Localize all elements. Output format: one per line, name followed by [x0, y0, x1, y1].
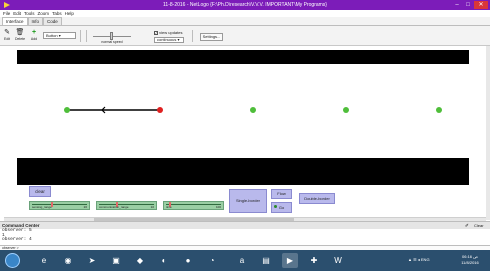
slider-label: sensing_range — [32, 205, 52, 209]
taskbar: e ◉ ➤ ▣ ◆ ◐ ● ◔ a ▤ ▶ ✚ W ▲ ☰ ◂ ENG 06:1… — [0, 250, 490, 271]
sensing-range-slider[interactable]: sensing_range 20 — [29, 201, 90, 210]
slider-value: 10 — [150, 205, 154, 209]
clock[interactable]: 06:16 ص 11/8/2016 — [452, 254, 488, 266]
tab-bar: Interface Info Code — [0, 17, 490, 26]
chevron-down-icon: ▾ — [177, 37, 180, 42]
netlogo-icon[interactable]: ➤ — [84, 253, 100, 268]
chevron-down-icon: ▾ — [58, 33, 61, 38]
media-player-icon[interactable]: ◉ — [60, 253, 76, 268]
slider-label: communication_range — [99, 205, 129, 209]
tab-info[interactable]: Info — [27, 17, 44, 25]
menu-file[interactable]: File — [3, 10, 10, 17]
system-tray[interactable]: ▲ ☰ ◂ ENG — [408, 256, 430, 264]
start-button[interactable] — [5, 253, 20, 268]
maximize-button[interactable]: □ — [463, 1, 473, 9]
flow-button[interactable]: Flow — [271, 189, 292, 199]
world-view[interactable] — [17, 50, 469, 185]
widget-type-value: Button — [46, 33, 58, 38]
widget-type-select[interactable]: Button ▾ — [43, 32, 76, 39]
menu-bar: File Edit Tools Zoom Tabs Help — [0, 10, 490, 17]
app-icon[interactable]: ● — [180, 253, 196, 268]
toolbar-divider — [86, 30, 87, 42]
view-updates-toggle[interactable]: ✓ view updates — [154, 30, 182, 35]
settings-button[interactable]: Settings... — [200, 33, 223, 41]
go-label: Go — [278, 205, 285, 210]
app-icon[interactable]: a — [234, 253, 250, 268]
node-relay — [157, 107, 163, 113]
view-updates-label: view updates — [159, 30, 183, 35]
menu-tabs[interactable]: Tabs — [52, 10, 62, 17]
slider-track — [166, 204, 221, 205]
checkbox-checked-icon[interactable]: ✓ — [154, 30, 158, 35]
chrome-icon[interactable]: ◔ — [204, 253, 220, 268]
tab-code[interactable]: Code — [43, 17, 62, 25]
double-border-button[interactable]: Double-border — [299, 193, 335, 204]
node-idle — [436, 107, 442, 113]
node-idle — [343, 107, 349, 113]
add-label: Add — [30, 37, 38, 41]
speed-slider-handle[interactable] — [110, 32, 113, 40]
command-output: observer: 5 1 observer: 4 — [0, 228, 490, 245]
update-mode-value: continuous — [157, 37, 177, 42]
minimize-button[interactable]: – — [452, 1, 462, 9]
pdf-icon[interactable]: ✚ — [306, 253, 322, 268]
menu-tools[interactable]: Tools — [24, 10, 35, 17]
app-icon[interactable]: ▤ — [258, 253, 274, 268]
trash-icon: 🗑 — [15, 29, 25, 36]
edit-label: Edit — [3, 37, 11, 41]
menu-edit[interactable]: Edit — [13, 10, 21, 17]
clear-button[interactable]: clear — [29, 186, 51, 197]
title-bar: 11-8-2016 - NetLogo {F:\Ph.D\research\V.… — [0, 0, 490, 10]
plus-icon: + — [31, 29, 37, 36]
pencil-icon: ✎ — [4, 29, 10, 36]
single-border-button[interactable]: Single-border — [229, 189, 267, 213]
toolbar-divider — [80, 30, 81, 42]
add-button[interactable]: + Add — [29, 29, 39, 41]
command-center-header: Command Center ✐ Clear — [0, 221, 490, 229]
edit-button[interactable]: ✎ Edit — [2, 29, 12, 41]
netlogo-running-icon[interactable]: ▶ — [282, 253, 298, 268]
slider-value: 20 — [83, 205, 87, 209]
toolbar-divider — [192, 30, 193, 42]
delete-label: Delete — [14, 37, 26, 41]
output-line: observer: 4 — [2, 237, 32, 242]
tab-interface[interactable]: Interface — [2, 17, 28, 25]
forever-indicator-icon — [274, 205, 277, 208]
delete-button[interactable]: 🗑 Delete — [14, 29, 26, 41]
speed-label: normal speed — [101, 40, 123, 44]
word-icon[interactable]: W — [330, 253, 346, 268]
ie-icon[interactable]: e — [36, 253, 52, 268]
node-idle — [250, 107, 256, 113]
update-mode-select[interactable]: continuous ▾ — [154, 37, 184, 43]
communication-range-slider[interactable]: communication_range 10 — [96, 201, 157, 210]
menu-help[interactable]: Help — [65, 10, 74, 17]
window-title: 11-8-2016 - NetLogo {F:\Ph.D\research\V.… — [163, 2, 327, 8]
time-slider[interactable]: time 100 — [163, 201, 224, 210]
close-button[interactable]: ✕ — [474, 1, 488, 9]
world-canvas — [64, 106, 442, 114]
slider-value: 100 — [215, 205, 221, 209]
vertical-scrollbar[interactable] — [486, 46, 490, 220]
app-icon[interactable]: ▣ — [108, 253, 124, 268]
node-source — [64, 107, 70, 113]
app-icon[interactable]: ◐ — [156, 253, 172, 268]
app-icon[interactable]: ◆ — [132, 253, 148, 268]
menu-zoom[interactable]: Zoom — [38, 10, 50, 17]
interface-toolbar: ✎ Edit 🗑 Delete + Add Button ▾ normal sp… — [0, 26, 490, 46]
slider-label: time — [166, 205, 172, 209]
go-button[interactable]: Go — [271, 202, 292, 213]
clock-date: 11/8/2016 — [461, 260, 479, 265]
